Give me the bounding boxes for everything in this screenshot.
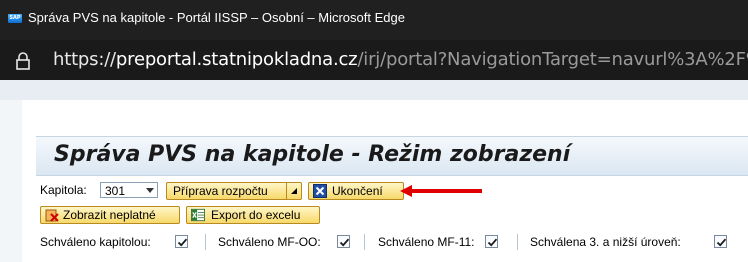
schvaleno-mf-11-checkbox[interactable] [485, 235, 498, 248]
schvaleno-mf-oo-checkbox[interactable] [337, 235, 350, 248]
ukonceni-label: Ukončení [332, 184, 383, 198]
schvaleno-mf-oo-label: Schváleno MF-OO: [218, 235, 321, 249]
kapitola-value: 301 [105, 184, 126, 198]
kapitola-label: Kapitola: [40, 183, 87, 197]
export-do-excelu-button[interactable]: Export do excelu [186, 206, 320, 224]
schvalena-3-label: Schválena 3. a nižší úroveň: [530, 235, 681, 249]
window-title: Správa PVS na kapitole - Portál IISSP – … [28, 10, 405, 25]
page-content: Správa PVS na kapitole - Režim zobrazení… [22, 100, 748, 262]
separator [517, 234, 518, 250]
excel-icon [191, 208, 205, 222]
priprava-rozpoctu-button[interactable]: Příprava rozpočtu [166, 182, 302, 200]
sap-logo-icon: SAP [8, 14, 22, 23]
export-do-excelu-label: Export do excelu [211, 208, 301, 222]
schvaleno-kapitolou-checkbox[interactable] [175, 235, 188, 248]
url-scheme: https:// [53, 49, 116, 70]
chevron-down-icon[interactable] [146, 188, 154, 193]
separator [205, 234, 206, 250]
window-title-bar: SAP Správa PVS na kapitole - Portál IISS… [0, 0, 748, 40]
separator [364, 234, 365, 250]
schvaleno-kapitolou-label: Schváleno kapitolou: [40, 235, 151, 249]
delete-icon [45, 209, 59, 222]
url-host: preportal.statnipokladna.cz [115, 49, 358, 70]
lock-icon[interactable] [16, 52, 30, 70]
zobrazit-neplatne-label: Zobrazit neplatné [63, 208, 156, 222]
ukonceni-button[interactable]: Ukončení [308, 182, 404, 200]
portal-header-strip [0, 80, 748, 101]
page-header: Správa PVS na kapitole - Režim zobrazení [36, 136, 748, 176]
url-path: /irj/portal?NavigationTarget=navurl%3A%2… [357, 49, 748, 70]
address-bar[interactable]: https://preportal.statnipokladna.cz/irj/… [0, 40, 748, 80]
zobrazit-neplatne-button[interactable]: Zobrazit neplatné [40, 206, 180, 224]
priprava-rozpoctu-label: Příprava rozpočtu [173, 184, 268, 198]
red-arrow [400, 185, 482, 197]
close-x-icon [313, 184, 327, 198]
page-title: Správa PVS na kapitole - Režim zobrazení [54, 142, 571, 167]
dropdown-arrow-icon[interactable] [286, 183, 301, 199]
schvalena-3-checkbox[interactable] [714, 235, 727, 248]
kapitola-select[interactable]: 301 [100, 182, 158, 198]
url-text[interactable]: https://preportal.statnipokladna.cz/irj/… [53, 49, 748, 70]
page-left-margin [0, 100, 22, 262]
schvaleno-mf-11-label: Schváleno MF-11: [378, 235, 475, 249]
